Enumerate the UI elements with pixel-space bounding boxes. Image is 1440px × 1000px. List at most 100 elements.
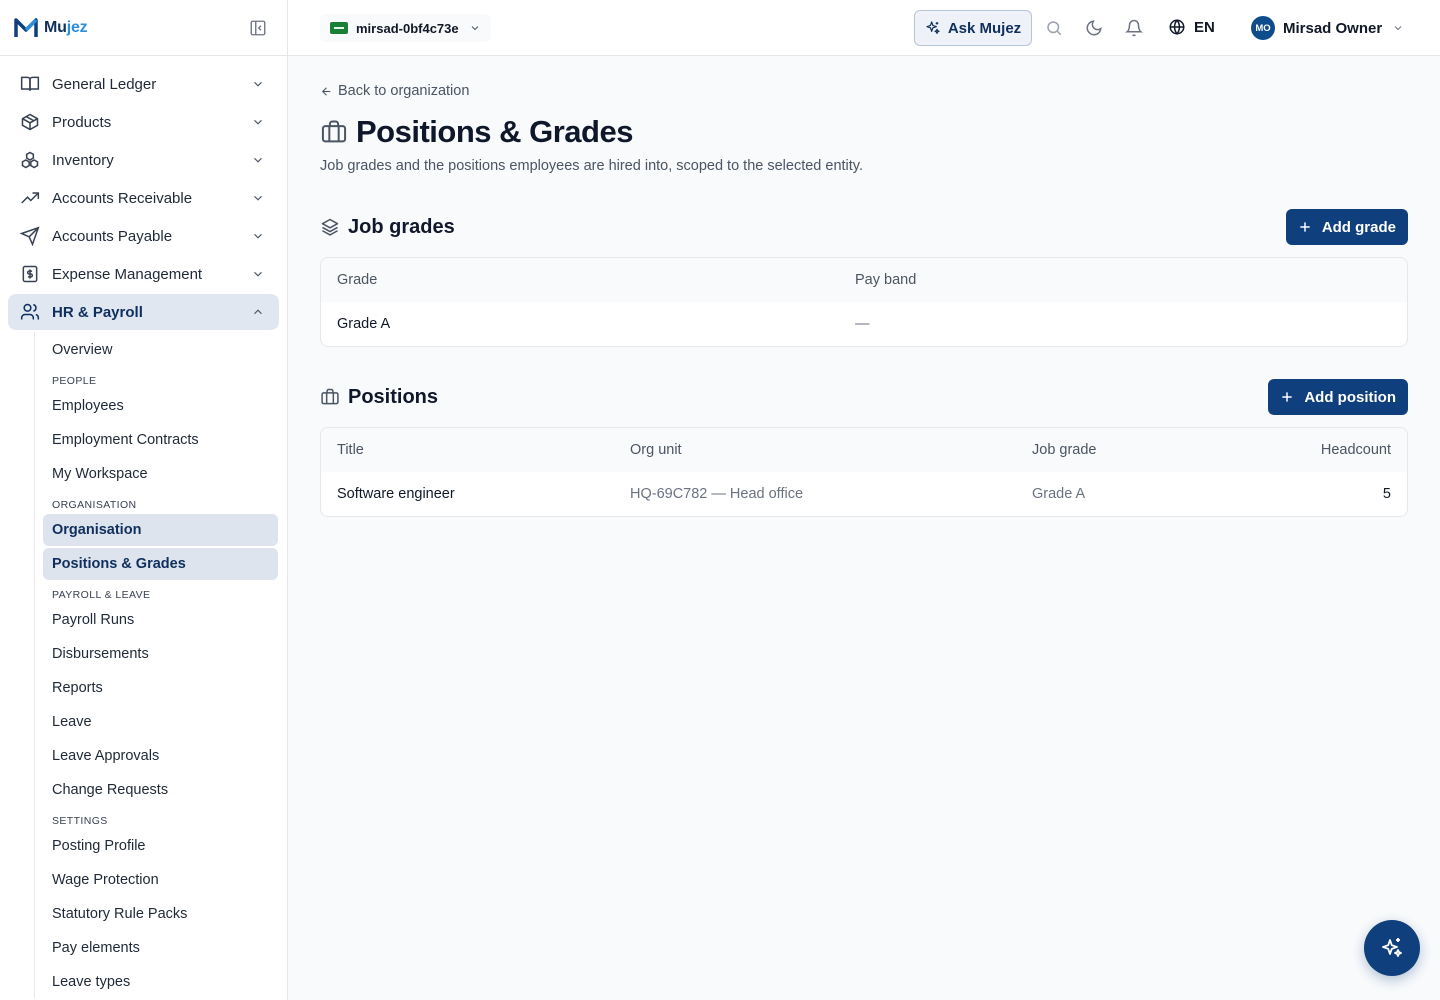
ai-assistant-fab[interactable] <box>1364 920 1420 976</box>
page-title-text: Positions & Grades <box>356 114 633 149</box>
sidebar-item-label: Products <box>52 113 112 131</box>
subnav-leave-types[interactable]: Leave types <box>43 966 278 998</box>
job-grades-table: Grade Pay band Grade A — <box>320 257 1408 347</box>
position-title-cell: Software engineer <box>337 486 455 502</box>
user-name: Mirsad Owner <box>1283 19 1383 37</box>
sidebar-item-products[interactable]: Products <box>8 104 279 140</box>
table-row[interactable]: Software engineer HQ-69C782 — Head offic… <box>321 472 1407 516</box>
sidebar-item-label: General Ledger <box>52 75 157 93</box>
column-header-job-grade[interactable]: Job grade <box>1016 442 1216 458</box>
add-grade-label: Add grade <box>1321 218 1396 236</box>
sparkles-icon <box>1382 938 1402 957</box>
sidebar-item-label: Accounts Receivable <box>52 189 193 207</box>
positions-title: Positions <box>348 385 439 408</box>
subnav-my-workspace[interactable]: My Workspace <box>43 458 278 490</box>
subnav-disbursements[interactable]: Disbursements <box>43 638 278 670</box>
subnav-leave-approvals[interactable]: Leave Approvals <box>43 740 278 772</box>
subnav-positions-grades[interactable]: Positions & Grades <box>43 548 278 580</box>
subnav-wage-protection[interactable]: Wage Protection <box>43 864 278 896</box>
sidebar-item-label: HR & Payroll <box>52 303 143 321</box>
chevron-down-icon <box>254 195 262 201</box>
job-grades-header: Job grades Add grade <box>320 209 1408 245</box>
section-header-settings: SETTINGS <box>52 815 108 827</box>
briefcase-icon <box>321 388 339 405</box>
column-header-pay-band[interactable]: Pay band <box>839 272 1407 288</box>
package-icon <box>21 113 39 131</box>
ask-mujez-button[interactable]: Ask Mujez <box>914 10 1032 46</box>
org-unit-cell: HQ-69C782 — Head office <box>630 486 804 502</box>
chevron-down-icon <box>254 271 262 277</box>
moon-icon[interactable] <box>1085 19 1103 37</box>
logo-bar: Mujez <box>0 0 287 56</box>
entity-selector[interactable]: mirsad-0bf4c73e <box>320 14 491 42</box>
positions-table: Title Org unit Job grade Headcount Softw… <box>320 427 1408 517</box>
headcount-cell: 5 <box>1382 486 1391 502</box>
layers-icon <box>321 218 339 236</box>
sidebar: Mujez General Ledger Products Inventory … <box>0 0 288 1000</box>
section-header-people: PEOPLE <box>52 375 97 387</box>
column-header-headcount[interactable]: Headcount <box>1216 442 1407 458</box>
chevron-down-icon <box>254 233 262 239</box>
add-position-button[interactable]: Add position <box>1268 379 1408 415</box>
arrow-left-icon <box>321 86 331 96</box>
sidebar-item-label: Inventory <box>52 151 114 169</box>
entity-name: mirsad-0bf4c73e <box>356 20 459 36</box>
topbar: mirsad-0bf4c73e Ask Mujez EN MO Mirsad O… <box>288 0 1440 56</box>
chevron-down-icon <box>254 81 262 87</box>
section-header-payroll-leave: PAYROLL & LEAVE <box>52 589 151 601</box>
subnav-pay-elements[interactable]: Pay elements <box>43 932 278 964</box>
main-nav: General Ledger Products Inventory Accoun… <box>0 56 287 998</box>
pay-band-cell: — <box>855 316 870 332</box>
grade-cell: Grade A <box>337 316 391 332</box>
chevron-down-icon <box>254 157 262 163</box>
subnav-employment-contracts[interactable]: Employment Contracts <box>43 424 278 456</box>
plus-icon <box>1300 222 1310 232</box>
column-header-title[interactable]: Title <box>321 442 614 458</box>
sidebar-collapse-icon[interactable] <box>249 19 267 37</box>
column-header-org-unit[interactable]: Org unit <box>614 442 1016 458</box>
sidebar-item-accounts-receivable[interactable]: Accounts Receivable <box>8 180 279 216</box>
sidebar-item-accounts-payable[interactable]: Accounts Payable <box>8 218 279 254</box>
language-selector[interactable]: EN <box>1168 18 1215 36</box>
globe-icon <box>1169 19 1185 35</box>
subnav-change-requests[interactable]: Change Requests <box>43 774 278 806</box>
table-row[interactable]: Grade A — <box>321 302 1407 346</box>
add-position-label: Add position <box>1304 388 1396 406</box>
job-grades-title: Job grades <box>348 215 455 238</box>
back-link-label: Back to organization <box>338 83 470 99</box>
hr-payroll-subnav: Overview PEOPLE Employees Employment Con… <box>34 332 287 998</box>
subnav-posting-profile[interactable]: Posting Profile <box>43 830 278 862</box>
add-grade-button[interactable]: Add grade <box>1285 209 1408 245</box>
subnav-reports[interactable]: Reports <box>43 672 278 704</box>
job-grade-cell: Grade A <box>1032 486 1086 502</box>
column-header-grade[interactable]: Grade <box>321 272 839 288</box>
sidebar-item-label: Accounts Payable <box>52 227 173 245</box>
sidebar-item-general-ledger[interactable]: General Ledger <box>8 66 279 102</box>
flag-icon <box>330 22 348 34</box>
boxes-icon <box>21 151 39 169</box>
sidebar-item-expense-management[interactable]: Expense Management <box>8 256 279 292</box>
search-icon[interactable] <box>1045 19 1063 37</box>
subnav-statutory-rule-packs[interactable]: Statutory Rule Packs <box>43 898 278 930</box>
brand-name[interactable]: Mujez <box>44 19 88 37</box>
subnav-organisation[interactable]: Organisation <box>43 514 278 546</box>
chevron-down-icon <box>254 119 262 125</box>
subnav-overview[interactable]: Overview <box>43 334 278 366</box>
plus-icon <box>1282 392 1293 402</box>
subnav-employees[interactable]: Employees <box>43 390 278 422</box>
page-description: Job grades and the positions employees a… <box>320 158 864 174</box>
mujez-logo-icon <box>14 17 38 37</box>
sidebar-item-inventory[interactable]: Inventory <box>8 142 279 178</box>
user-menu[interactable]: MO Mirsad Owner <box>1251 16 1404 40</box>
positions-header: Positions Add position <box>320 379 1408 415</box>
page-title: Positions & Grades <box>320 114 633 150</box>
bell-icon[interactable] <box>1125 19 1143 37</box>
back-link[interactable]: Back to organization <box>320 83 469 99</box>
sidebar-item-label: Expense Management <box>52 265 203 283</box>
trending-up-icon <box>21 192 40 204</box>
sidebar-item-hr-payroll[interactable]: HR & Payroll <box>8 294 279 330</box>
chevron-down-icon <box>1394 26 1402 31</box>
subnav-leave[interactable]: Leave <box>43 706 278 738</box>
subnav-payroll-runs[interactable]: Payroll Runs <box>43 604 278 636</box>
book-open-icon <box>20 76 40 91</box>
